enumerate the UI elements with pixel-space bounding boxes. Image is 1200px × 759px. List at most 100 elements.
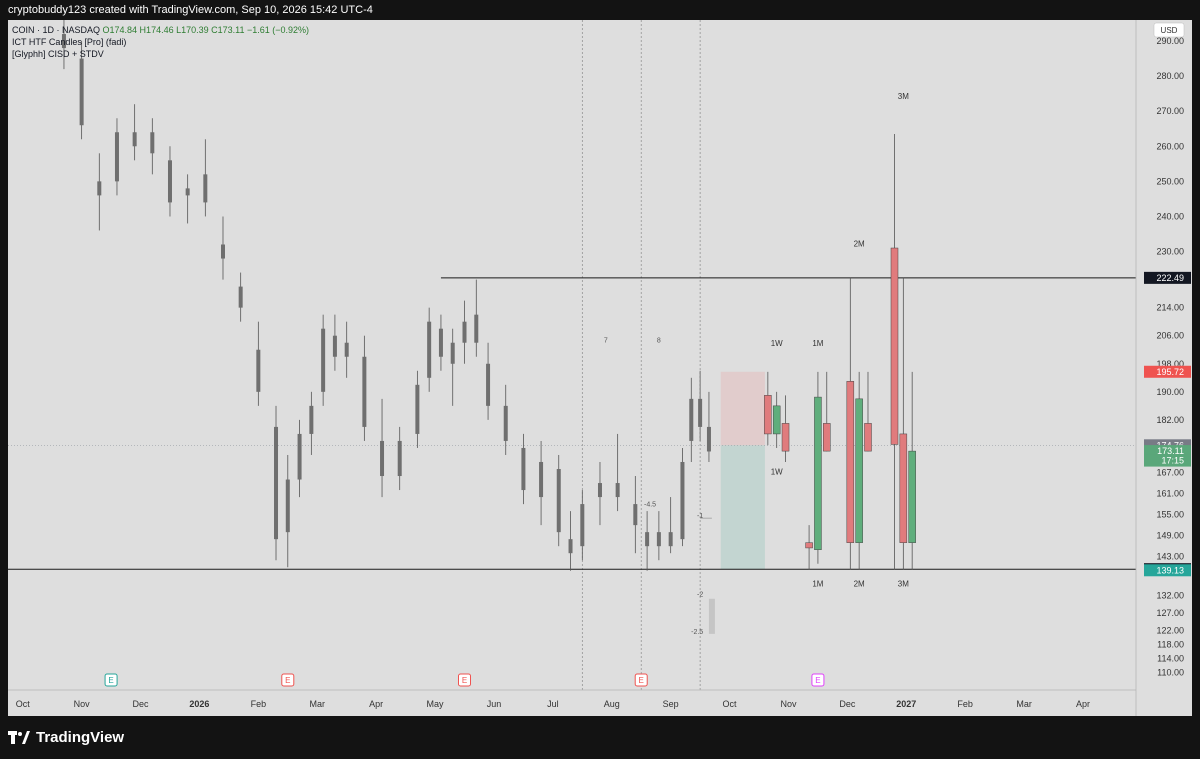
time-axis-tick: Dec: [839, 699, 856, 709]
daily-candle-body: [132, 132, 137, 147]
time-axis-tick: Aug: [604, 699, 620, 709]
price-axis-tick: 110.00: [1157, 667, 1184, 677]
chart-panel[interactable]: 1W 1M 2M 3M 1W 1M 2M 3M 7 8 -4.5 -1 -2 -2.5 E E E E E 290.0…: [8, 16, 1192, 716]
tradingview-logo[interactable]: TradingView: [8, 729, 124, 746]
time-axis-tick: Mar: [309, 699, 325, 709]
price-label-text: 139.13: [1156, 565, 1184, 575]
price-axis-tick: 240.00: [1156, 211, 1184, 221]
daily-candle-body: [521, 447, 526, 491]
annotation-label: -2.5: [691, 629, 703, 636]
price-axis-tick: 122.00: [1156, 625, 1184, 635]
position-zone-loss: [720, 371, 765, 446]
time-axis-tick: Oct: [16, 699, 31, 709]
time-axis-tick: Dec: [133, 699, 150, 709]
htf-candle-1w-body: [764, 395, 772, 435]
brand-name: TradingView: [36, 729, 125, 746]
timeframe-label: 1W: [771, 339, 783, 348]
htf-candle-2m: [855, 371, 863, 570]
timeframe-label: 2M: [854, 580, 865, 589]
htf-candle-3m-body: [908, 450, 916, 543]
daily-candle-body: [332, 335, 337, 357]
earnings-marker-label: E: [285, 676, 290, 685]
htf-candle-1m: [814, 371, 822, 564]
daily-candle-body: [297, 433, 302, 480]
time-axis-tick: May: [427, 699, 445, 709]
earnings-marker-label: E: [462, 676, 467, 685]
daily-candle-body: [486, 363, 491, 406]
daily-candle-body: [438, 328, 443, 357]
daily-candle-body: [539, 461, 544, 498]
timeframe-label: 1W: [771, 467, 783, 476]
timeframe-label: 1M: [812, 580, 823, 589]
timeframe-label: 3M: [898, 580, 909, 589]
htf-candle-3m-body: [890, 247, 899, 445]
price-axis-tick: 280.00: [1156, 71, 1184, 81]
earnings-marker-label: E: [108, 676, 113, 685]
earnings-marker: E: [104, 673, 118, 687]
time-axis-tick: Sep: [663, 699, 679, 709]
daily-candle-body: [256, 349, 261, 392]
earnings-marker: E: [281, 673, 295, 687]
daily-candle-body: [633, 504, 638, 526]
daily-candle-body: [450, 342, 455, 364]
std-deviation-bar: [708, 598, 715, 634]
htf-candle-3m-body: [899, 433, 908, 543]
daily-candle-body: [556, 469, 561, 533]
legend-indicator-2[interactable]: [Glyphh] CISD + STDV: [12, 48, 309, 60]
price-axis-tick: 214.00: [1156, 303, 1184, 313]
daily-candle-body: [114, 132, 119, 182]
daily-candle-body: [397, 440, 402, 477]
htf-candle-1m-body: [823, 423, 831, 452]
annotation-label: 7: [604, 338, 608, 345]
htf-candle-1m-body: [814, 396, 822, 550]
daily-candle-body: [645, 532, 650, 547]
daily-candle-body: [185, 188, 190, 196]
daily-candle-body: [344, 342, 349, 357]
earnings-marker: E: [634, 673, 648, 687]
daily-candle-body: [462, 321, 467, 343]
daily-candle-body: [238, 286, 243, 308]
daily-candle-body: [220, 244, 225, 259]
daily-candle-body: [203, 174, 208, 203]
price-axis-tick: 143.00: [1156, 552, 1184, 562]
price-label-text: 195.72: [1156, 367, 1184, 377]
price-chart[interactable]: 1W 1M 2M 3M 1W 1M 2M 3M 7 8 -4.5 -1 -2 -2.5 E E E E E 290.0…: [8, 16, 1192, 716]
timeframe-label: 3M: [898, 92, 909, 101]
tradingview-logo-icon: [8, 730, 30, 744]
legend-indicator-1[interactable]: ICT HTF Candles [Pro] (fadi): [12, 36, 309, 48]
time-axis-tick: Apr: [369, 699, 383, 709]
price-axis-tick: 250.00: [1156, 176, 1184, 186]
header-caption: cryptobuddy123 created with TradingView.…: [8, 4, 373, 16]
daily-candle: [274, 405, 279, 561]
daily-candle-body: [615, 483, 620, 498]
timeframe-label: 1M: [812, 339, 823, 348]
legend-symbol-row: COIN · 1D · NASDAQ O174.84 H174.46 L170.…: [12, 24, 309, 36]
time-axis-tick: 2027: [896, 699, 916, 709]
daily-candle-body: [668, 532, 673, 547]
annotation-label: 8: [657, 338, 661, 345]
daily-candle-body: [689, 398, 694, 441]
htf-candle-1w-body: [781, 423, 790, 452]
daily-candle-body: [97, 181, 102, 196]
daily-candle-body: [656, 532, 661, 547]
time-axis-tick: Nov: [74, 699, 91, 709]
daily-candle-body: [597, 483, 602, 498]
legend-ohlc: O174.84 H174.46 L170.39 C173.11: [102, 25, 245, 35]
daily-candle-body: [427, 321, 432, 378]
time-axis-tick: Nov: [780, 699, 797, 709]
price-axis-tick: 114.00: [1157, 653, 1184, 663]
annotation-label: -1: [697, 513, 703, 520]
price-axis-tick: 260.00: [1156, 141, 1184, 151]
htf-candle-2m-body: [846, 381, 855, 543]
earnings-marker: E: [811, 673, 825, 687]
time-axis-tick: Jun: [487, 699, 502, 709]
price-axis-tick: 290.00: [1156, 36, 1184, 46]
htf-candle-2m-body: [855, 398, 863, 543]
timeframe-label: 2M: [854, 239, 865, 248]
daily-candle-body: [415, 384, 420, 434]
price-axis-tick: 270.00: [1156, 106, 1184, 116]
price-axis-tick: 127.00: [1156, 608, 1184, 618]
daily-candle-body: [285, 479, 290, 533]
daily-candle-body: [321, 328, 326, 392]
price-axis-tick: 206.00: [1156, 331, 1184, 341]
